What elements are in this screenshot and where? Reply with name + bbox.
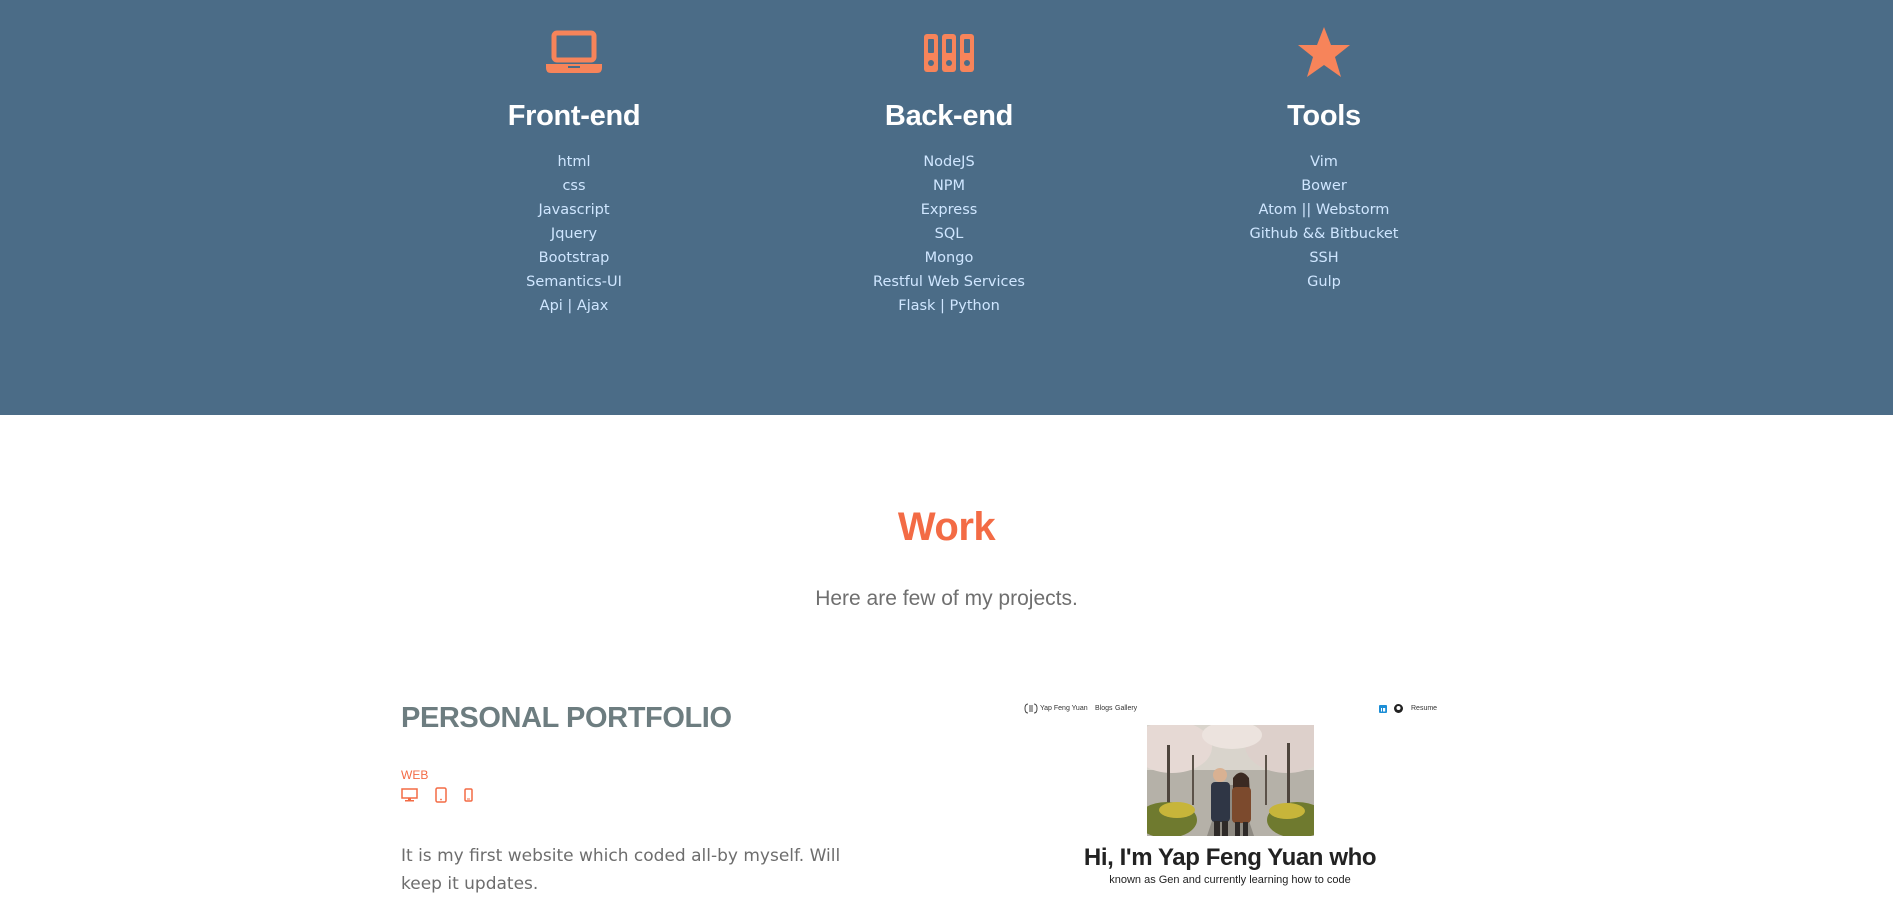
skill-item: SQL <box>934 226 964 242</box>
preview-nav-gallery: Gallery <box>1115 705 1138 712</box>
skills-list-backend: NodeJS NPM Express SQL Mongo Restful Web… <box>799 150 1099 318</box>
tablet-icon <box>435 787 447 807</box>
skill-item: Flask | Python <box>898 298 1000 314</box>
skill-item: NPM <box>932 178 966 194</box>
preview-nav-blogs: Blogs <box>1095 705 1113 712</box>
skill-item: Bootstrap <box>538 250 610 266</box>
logo-icon <box>1024 703 1038 716</box>
linkedin-icon <box>1379 705 1387 715</box>
preview-heading: Hi, I'm Yap Feng Yuan who <box>1083 844 1377 871</box>
skill-item: Javascript <box>538 202 610 218</box>
project-preview-image[interactable]: Yap Feng Yuan Blogs Gallery Resume Hi, I… <box>1020 696 1460 901</box>
skills-section: Front-end html css Javascript Jquery Boo… <box>0 0 1893 415</box>
skill-item: Semantics-UI <box>526 274 622 290</box>
preview-subheading: known as Gen and currently learning how … <box>1109 874 1351 886</box>
project-category: WEB <box>401 768 429 782</box>
skills-title-frontend: Front-end <box>507 100 641 132</box>
skills-title-backend: Back-end <box>884 100 1014 132</box>
preview-photo <box>1147 725 1314 836</box>
skills-title-tools: Tools <box>1287 100 1361 132</box>
skill-item: Express <box>920 202 978 218</box>
work-subtitle: Here are few of my projects. <box>815 587 1078 610</box>
skill-item: NodeJS <box>923 154 975 170</box>
mobile-icon <box>464 787 473 806</box>
preview-logo-text: Yap Feng Yuan <box>1040 705 1088 712</box>
desktop-icon <box>401 787 418 806</box>
project-description: It is my first website which coded all-b… <box>401 846 841 894</box>
server-racks-icon <box>799 28 1099 78</box>
skill-item: Github && Bitbucket <box>1249 226 1399 242</box>
skill-item: Mongo <box>924 250 974 266</box>
skills-list-tools: Vim Bower Atom || Webstorm Github && Bit… <box>1174 150 1474 294</box>
skill-item: Bower <box>1301 178 1347 194</box>
skill-item: Restful Web Services <box>873 274 1025 290</box>
skill-item: Atom || Webstorm <box>1258 202 1390 218</box>
preview-navbar: Yap Feng Yuan Blogs Gallery Resume <box>1024 702 1456 716</box>
work-title: Work <box>897 505 996 549</box>
skill-item: Jquery <box>550 226 598 242</box>
laptop-icon <box>424 28 724 78</box>
project-title: PERSONAL PORTFOLIO <box>401 702 732 734</box>
preview-nav-resume: Resume <box>1411 705 1438 712</box>
skill-item: Api | Ajax <box>539 298 609 314</box>
skill-item: Gulp <box>1307 274 1341 290</box>
skills-list-frontend: html css Javascript Jquery Bootstrap Sem… <box>424 150 724 318</box>
skill-item: html <box>557 154 591 170</box>
github-icon <box>1394 704 1403 715</box>
skill-item: SSH <box>1309 250 1339 266</box>
skill-item: css <box>562 178 586 194</box>
skill-item: Vim <box>1310 154 1338 170</box>
star-icon <box>1174 27 1474 78</box>
